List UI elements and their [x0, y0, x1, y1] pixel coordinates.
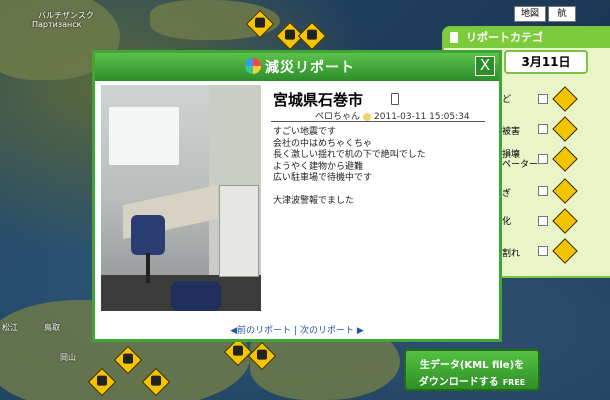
category-checkbox[interactable] — [538, 216, 548, 226]
report-body-line: ようやく建物から避難 — [273, 161, 364, 172]
report-body-line — [273, 185, 487, 197]
close-button[interactable]: X — [475, 56, 495, 76]
map-label: 鳥取 — [44, 323, 60, 332]
category-label: ど — [502, 95, 512, 105]
report-body-line: 長く激しい揺れで机の下で絶叫でした — [273, 150, 426, 160]
liquefaction-category-icon — [552, 208, 578, 234]
category-label: 損壊 ペーター — [502, 150, 539, 170]
category-checkbox[interactable] — [538, 154, 548, 164]
photo-chair — [171, 281, 221, 311]
date-selector[interactable]: 3月11日 — [504, 50, 588, 74]
category-panel-title: リポートカテゴ — [466, 31, 543, 44]
divider — [271, 121, 485, 122]
dialog-title-bar: 減災リポート X — [95, 53, 499, 81]
photo-window — [109, 107, 179, 165]
report-body: すごい地震です 会社の中はめちゃくちゃ 長く激しい揺れで机の下で絶叫でした ようやく建… — [273, 127, 487, 208]
prev-report-link[interactable]: ◀前のリポート — [230, 326, 291, 336]
map-type-button[interactable]: 地図 — [514, 6, 546, 22]
elevator-category-icon — [552, 146, 578, 172]
map-label: 松江 — [2, 323, 18, 332]
category-checkbox[interactable] — [538, 94, 548, 104]
category-label: 化 — [502, 217, 512, 227]
pagination-divider: | — [294, 326, 298, 336]
category-label: ぎ — [502, 189, 512, 199]
satellite-type-button[interactable]: 航 — [548, 6, 576, 22]
category-checkbox[interactable] — [538, 124, 548, 134]
crack-category-icon — [552, 238, 578, 264]
mobile-phone-icon — [391, 93, 399, 105]
report-body-line: すごい地震です — [273, 127, 337, 137]
photo-cabinet — [219, 185, 259, 277]
category-label: 被害 — [502, 127, 521, 137]
category-panel-header: リポートカテゴ — [444, 28, 610, 48]
report-photo[interactable] — [101, 85, 261, 311]
free-badge: FREE — [502, 378, 526, 387]
report-pagination: ◀前のリポート | 次のリポート ▶ — [95, 323, 499, 336]
fuel-category-icon — [552, 178, 578, 204]
photo-chair — [131, 215, 165, 255]
report-location: 宮城県石巻市 — [273, 91, 364, 109]
dialog-title: 減災リポート — [265, 60, 355, 76]
damage-category-icon — [552, 116, 578, 142]
download-kml-button[interactable]: 生データ(KML file)を ダウンロードする FREE — [404, 349, 540, 391]
train-category-icon — [552, 86, 578, 112]
app-logo-icon — [245, 58, 261, 74]
photo-chair-leg — [146, 253, 150, 283]
download-line2: ダウンロードする — [418, 377, 499, 388]
report-body-line: 大津波警報でました — [273, 196, 355, 206]
category-label: 割れ — [502, 249, 521, 259]
report-dialog: 減災リポート X 宮城県石巻市 ペロちゃん 2011-03-11 15:05:34… — [92, 50, 502, 342]
document-icon — [450, 32, 458, 43]
report-body-line: 会社の中はめちゃくちゃ — [273, 138, 373, 149]
category-checkbox[interactable] — [538, 246, 548, 256]
next-report-link[interactable]: 次のリポート ▶ — [300, 326, 364, 336]
report-marker-icon[interactable] — [297, 21, 327, 51]
download-line1: 生データ(KML file)を — [419, 360, 525, 371]
map-label: 岡山 — [60, 353, 76, 362]
map-label: Партизанск — [32, 20, 82, 29]
report-body-line: 広い駐車場で待機中です — [273, 173, 373, 183]
user-face-icon — [363, 112, 372, 121]
category-checkbox[interactable] — [538, 186, 548, 196]
